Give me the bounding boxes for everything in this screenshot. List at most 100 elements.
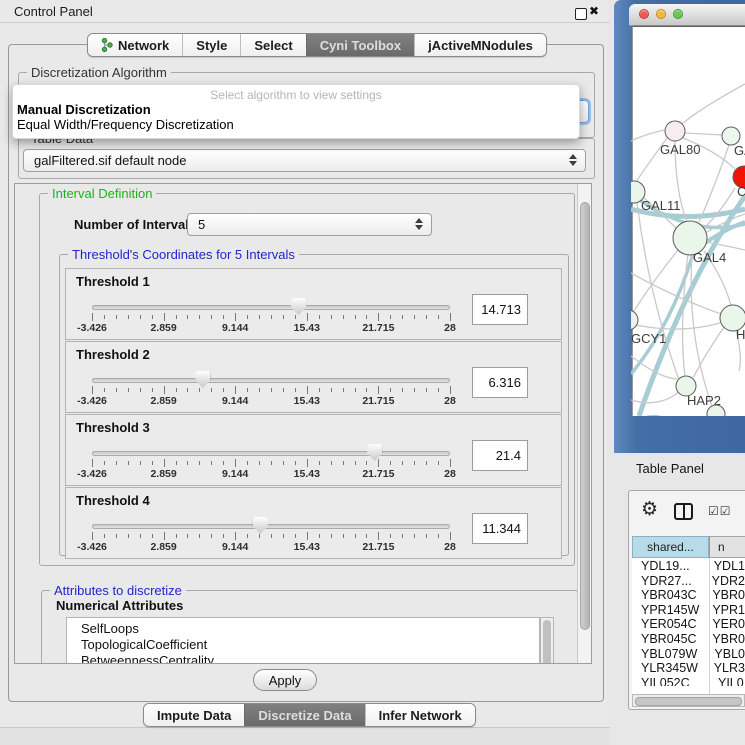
table-header-name[interactable]: n — [709, 536, 745, 558]
table-row[interactable]: YER054CYER0 — [632, 617, 745, 632]
table-cell-shared-name: YBL079W — [632, 647, 705, 662]
algorithm-option-equal-width[interactable]: Equal Width/Frequency Discretization — [17, 117, 234, 132]
tick-mark — [211, 388, 212, 392]
threshold-value-field[interactable]: 6.316 — [472, 367, 528, 398]
table-row[interactable]: YDL19...YDL1 — [632, 559, 745, 574]
tab-discretize-data[interactable]: Discretize Data — [244, 704, 364, 726]
tick-mark — [378, 386, 379, 394]
tab-label: Network — [118, 38, 169, 53]
table-data-combobox[interactable]: galFiltered.sif default node — [23, 149, 586, 172]
tick-label: 2.859 — [150, 541, 176, 553]
network-edge[interactable] — [685, 133, 722, 135]
column-layout-icon[interactable] — [674, 503, 693, 520]
network-edge[interactable] — [699, 145, 729, 222]
tick-mark — [331, 315, 332, 319]
tick-mark — [199, 461, 200, 465]
tab-cyni-toolbox[interactable]: Cyni Toolbox — [306, 34, 414, 56]
slider-track[interactable] — [92, 524, 450, 529]
table-row[interactable]: YPR145WYPR1 — [632, 603, 745, 618]
network-edge[interactable] — [631, 130, 664, 141]
tick-mark — [283, 388, 284, 392]
slider-track[interactable] — [92, 378, 450, 383]
network-edge[interactable] — [637, 203, 679, 380]
network-window-titlebar[interactable] — [629, 4, 745, 26]
slider-thumb[interactable] — [253, 517, 268, 534]
network-edge[interactable] — [631, 273, 721, 314]
float-panel-icon[interactable] — [575, 8, 587, 20]
tick-mark — [283, 461, 284, 465]
tick-mark — [402, 315, 403, 319]
table-row[interactable]: YBL079WYBL0 — [632, 647, 745, 662]
table-row[interactable]: YIL052CYIL0 — [632, 676, 745, 686]
tick-mark — [164, 313, 165, 321]
tick-mark — [319, 388, 320, 392]
threshold-value-field[interactable]: 21.4 — [472, 440, 528, 471]
tick-mark — [295, 534, 296, 538]
table-column-divider — [709, 558, 710, 694]
table-row[interactable]: YDR27...YDR2 — [632, 574, 745, 589]
tick-mark — [295, 315, 296, 319]
apply-button[interactable]: Apply — [253, 669, 317, 691]
tick-mark — [187, 315, 188, 319]
gear-icon[interactable]: ⚙ — [641, 498, 658, 521]
attribute-list-item[interactable]: TopologicalCoefficient — [67, 637, 539, 653]
network-graph[interactable]: GAL80GACGAL11GAL4GCY1HHAP2 — [631, 26, 745, 416]
table-row[interactable]: YLR345WYLR3 — [632, 661, 745, 676]
tab-impute-data[interactable]: Impute Data — [144, 704, 244, 726]
tick-mark — [331, 461, 332, 465]
numerical-attributes-list[interactable]: SelfLoopsTopologicalCoefficientBetweenne… — [66, 617, 540, 664]
minimize-light[interactable] — [656, 9, 666, 19]
close-light[interactable] — [639, 9, 649, 19]
network-edge[interactable] — [682, 84, 745, 124]
checkbox-icons[interactable]: ☑☑ — [708, 504, 732, 518]
tick-mark — [211, 315, 212, 319]
tab-network[interactable]: Network — [88, 34, 182, 56]
tick-mark — [366, 534, 367, 538]
tick-label: 2.859 — [150, 468, 176, 480]
tick-mark — [366, 461, 367, 465]
attribute-list-item[interactable]: BetweennessCentrality — [67, 653, 539, 664]
viewport-scrollbar-thumb[interactable] — [580, 202, 590, 630]
tick-label: -3.426 — [77, 395, 107, 407]
table-header-shared-name[interactable]: shared... — [632, 536, 709, 558]
tab-style[interactable]: Style — [182, 34, 240, 56]
attributes-scrollbar-thumb[interactable] — [543, 620, 551, 664]
tick-mark — [92, 313, 93, 321]
tab-label: Select — [254, 38, 292, 53]
table-rows: YDL19...YDL1YDR27...YDR2YBR043CYBR0YPR14… — [632, 559, 745, 686]
tick-label: 9.144 — [222, 541, 248, 553]
tab-infer-network[interactable]: Infer Network — [365, 704, 475, 726]
threshold-value-field[interactable]: 11.344 — [472, 513, 528, 544]
tick-mark — [92, 532, 93, 540]
tick-mark — [223, 534, 224, 538]
zoom-light[interactable] — [673, 9, 683, 19]
tick-mark — [271, 461, 272, 465]
algorithm-option-manual[interactable]: Manual Discretization — [17, 102, 151, 117]
tick-mark — [199, 388, 200, 392]
table-horizontal-scrollbar[interactable] — [632, 694, 745, 707]
tab-jactivemnodules[interactable]: jActiveMNodules — [414, 34, 546, 56]
attribute-list-item[interactable]: SelfLoops — [67, 618, 539, 637]
threshold-value-field[interactable]: 14.713 — [472, 294, 528, 325]
slider-thumb[interactable] — [367, 444, 382, 461]
network-edge[interactable] — [631, 392, 679, 403]
threshold-label: Threshold 3 — [76, 420, 150, 435]
tick-mark — [247, 461, 248, 465]
table-row[interactable]: YBR043CYBR0 — [632, 588, 745, 603]
close-panel-icon[interactable]: ✖ — [589, 4, 599, 18]
viewport-scrollbar[interactable] — [577, 184, 592, 664]
tick-mark — [390, 315, 391, 319]
tick-label: 15.43 — [294, 541, 320, 553]
table-row[interactable]: YBR045CYBR0 — [632, 632, 745, 647]
network-edge[interactable] — [636, 323, 720, 329]
tab-select[interactable]: Select — [240, 34, 305, 56]
slider-track[interactable] — [92, 451, 450, 456]
slider-track[interactable] — [92, 305, 450, 310]
slider-thumb[interactable] — [291, 298, 306, 315]
number-of-intervals-combobox[interactable]: 5 — [187, 213, 432, 236]
table-hscrollbar-thumb[interactable] — [635, 697, 742, 706]
attributes-list-scrollbar[interactable] — [540, 617, 554, 664]
slider-thumb[interactable] — [195, 371, 210, 388]
network-node-gal80[interactable] — [665, 121, 685, 141]
network-node-gcy1[interactable] — [631, 310, 638, 330]
